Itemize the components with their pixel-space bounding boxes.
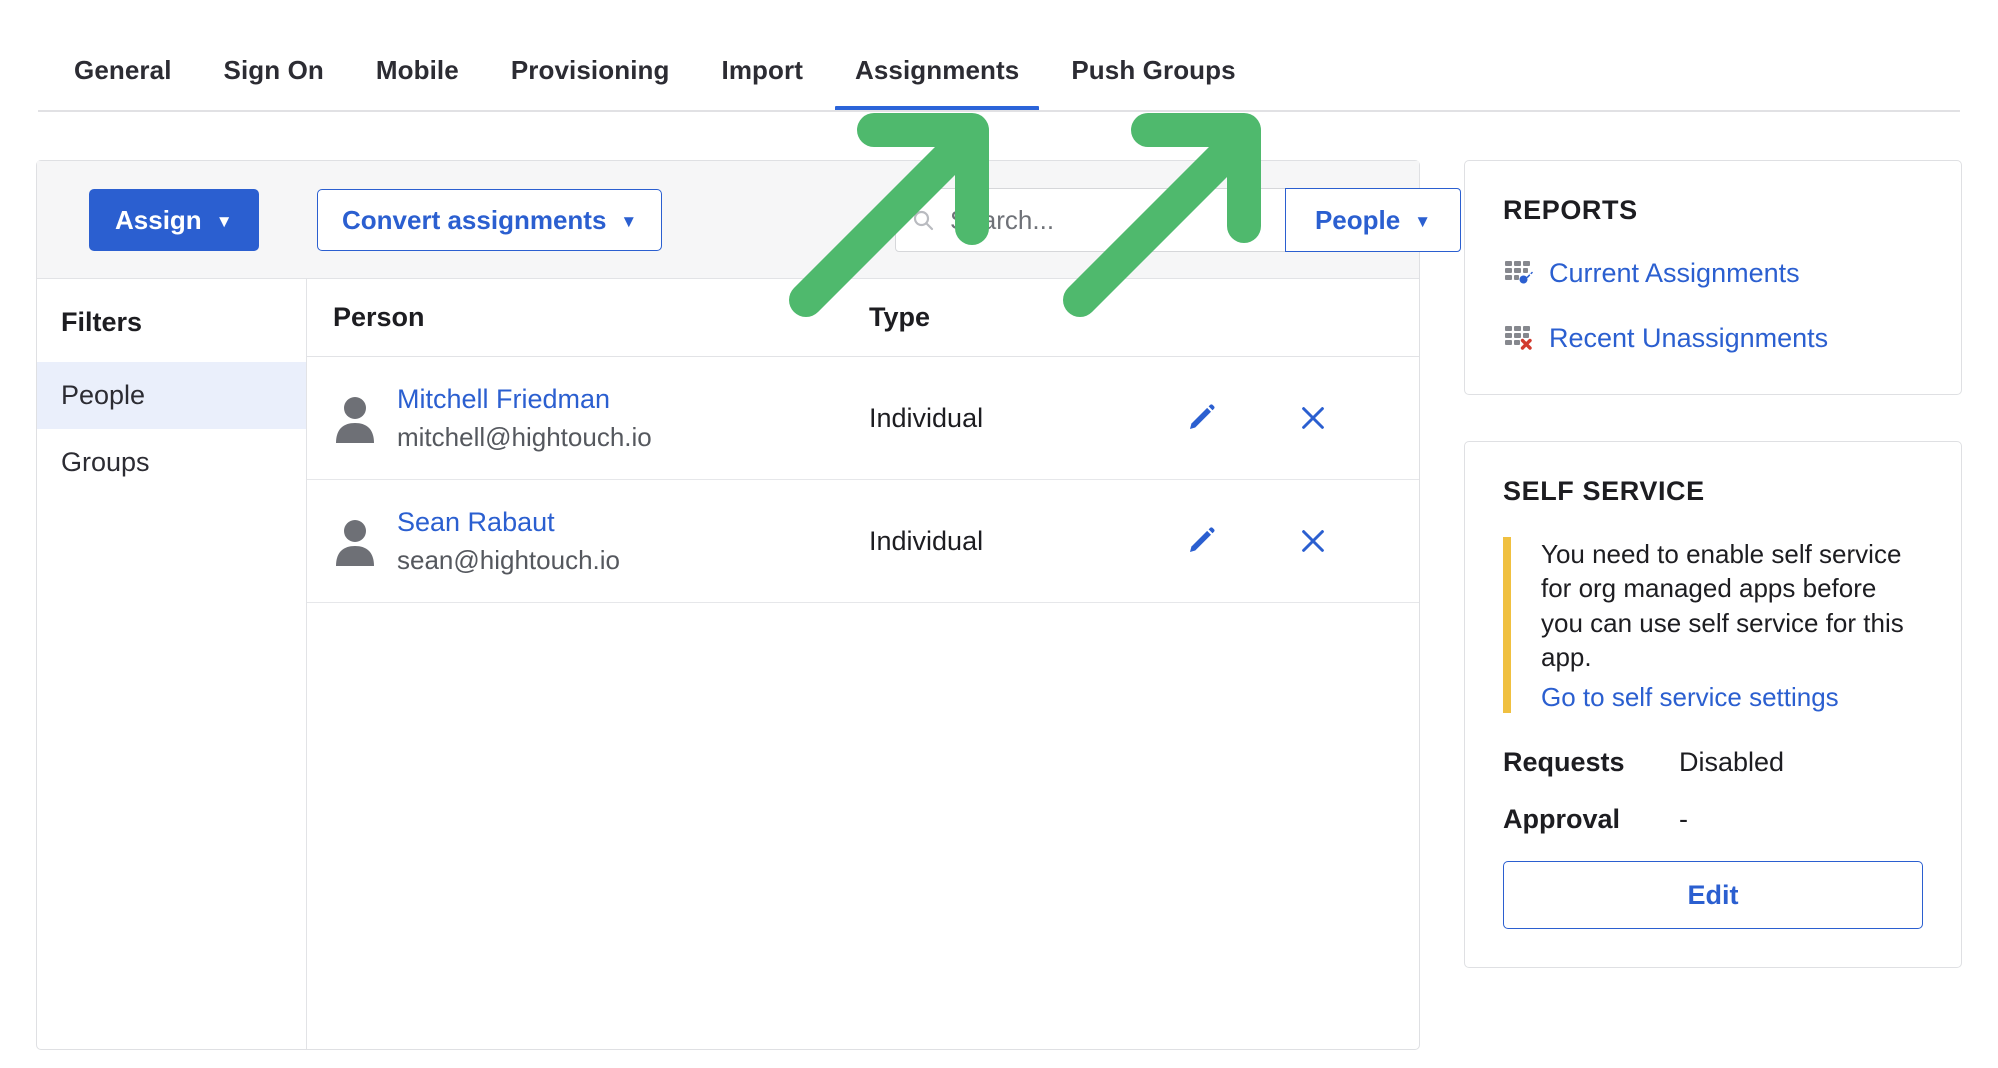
- assignment-type: Individual: [869, 402, 984, 433]
- assignments-body: Filters People Groups Person Type Mitche…: [37, 279, 1419, 1049]
- filters-sidebar: Filters People Groups: [37, 279, 307, 1049]
- avatar: [333, 516, 377, 566]
- person-cell: Sean Rabaut sean@hightouch.io: [333, 507, 869, 576]
- chevron-down-icon: ▼: [215, 211, 233, 231]
- reports-card: REPORTS Current Assignments Recent Unass…: [1464, 160, 1962, 395]
- table-row: Sean Rabaut sean@hightouch.io Individual: [307, 480, 1419, 603]
- tab-import[interactable]: Import: [696, 55, 829, 112]
- tab-push-groups[interactable]: Push Groups: [1045, 55, 1261, 112]
- grid-key-icon: [1503, 256, 1533, 291]
- person-name-link[interactable]: Sean Rabaut: [397, 507, 620, 538]
- avatar: [333, 393, 377, 443]
- right-rail: REPORTS Current Assignments Recent Unass…: [1464, 160, 1962, 969]
- tab-assignments[interactable]: Assignments: [829, 55, 1045, 112]
- tab-general[interactable]: General: [48, 55, 198, 112]
- report-link-label: Recent Unassignments: [1549, 323, 1829, 353]
- self-service-warning-callout: You need to enable self service for org …: [1503, 537, 1923, 714]
- report-link-current-assignments[interactable]: Current Assignments: [1503, 256, 1923, 291]
- row-actions: [1169, 521, 1419, 561]
- remove-x-icon[interactable]: [1293, 521, 1333, 561]
- table-header-row: Person Type: [307, 279, 1419, 357]
- chevron-down-icon: ▼: [1414, 211, 1432, 231]
- column-header-person: Person: [333, 302, 425, 332]
- assignments-toolbar: Assign ▼ Convert assignments ▼ People ▼: [37, 161, 1461, 279]
- table-row: Mitchell Friedman mitchell@hightouch.io …: [307, 357, 1419, 480]
- person-email: mitchell@hightouch.io: [397, 421, 652, 452]
- edit-pencil-icon[interactable]: [1181, 521, 1221, 561]
- search-box: People ▼: [895, 188, 1461, 252]
- requests-value: Disabled: [1679, 747, 1785, 778]
- self-service-settings-link[interactable]: Go to self service settings: [1541, 682, 1923, 713]
- assignment-type: Individual: [869, 525, 984, 556]
- tab-bar-divider: [38, 110, 1960, 112]
- sidebar-item-people[interactable]: People: [37, 362, 306, 429]
- requests-row: Requests Disabled: [1503, 747, 1923, 778]
- tab-provisioning[interactable]: Provisioning: [485, 55, 696, 112]
- filters-heading: Filters: [61, 307, 143, 337]
- convert-assignments-label: Convert assignments: [342, 204, 607, 235]
- assignments-panel: Assign ▼ Convert assignments ▼ People ▼ …: [36, 160, 1461, 1050]
- person-email: sean@hightouch.io: [397, 544, 620, 575]
- reports-heading: REPORTS: [1503, 195, 1638, 225]
- app-tab-bar: General Sign On Mobile Provisioning Impo…: [0, 0, 1998, 112]
- tab-list: General Sign On Mobile Provisioning Impo…: [48, 0, 1262, 112]
- self-service-warning-text: You need to enable self service for org …: [1541, 539, 1904, 672]
- requests-label: Requests: [1503, 747, 1625, 778]
- person-name-link[interactable]: Mitchell Friedman: [397, 384, 652, 415]
- person-text: Mitchell Friedman mitchell@hightouch.io: [397, 384, 652, 453]
- sidebar-item-groups[interactable]: Groups: [37, 429, 306, 496]
- assign-button-label: Assign: [115, 204, 202, 235]
- assign-button[interactable]: Assign ▼: [89, 189, 259, 251]
- people-filter-label: People: [1314, 204, 1401, 235]
- approval-value: -: [1679, 804, 1688, 835]
- report-link-recent-unassignments[interactable]: Recent Unassignments: [1503, 321, 1923, 356]
- search-icon: [896, 189, 950, 251]
- row-actions: [1169, 398, 1419, 438]
- grid-x-icon: [1503, 321, 1533, 356]
- column-header-type: Type: [869, 302, 931, 332]
- person-cell: Mitchell Friedman mitchell@hightouch.io: [333, 384, 869, 453]
- convert-assignments-button[interactable]: Convert assignments ▼: [317, 189, 663, 251]
- self-service-heading: SELF SERVICE: [1503, 476, 1705, 506]
- tab-sign-on[interactable]: Sign On: [198, 55, 350, 112]
- self-service-edit-button[interactable]: Edit: [1503, 861, 1923, 930]
- self-service-card: SELF SERVICE You need to enable self ser…: [1464, 441, 1962, 969]
- report-link-label: Current Assignments: [1549, 258, 1800, 288]
- tab-mobile[interactable]: Mobile: [350, 55, 485, 112]
- approval-label: Approval: [1503, 804, 1621, 835]
- edit-pencil-icon[interactable]: [1181, 398, 1221, 438]
- remove-x-icon[interactable]: [1293, 398, 1333, 438]
- people-filter-dropdown[interactable]: People ▼: [1285, 188, 1461, 252]
- assignments-table: Person Type Mitchell Friedman mitchell@h…: [307, 279, 1419, 1049]
- chevron-down-icon: ▼: [620, 211, 638, 231]
- search-input[interactable]: [950, 189, 1285, 251]
- approval-row: Approval -: [1503, 804, 1923, 835]
- person-text: Sean Rabaut sean@hightouch.io: [397, 507, 620, 576]
